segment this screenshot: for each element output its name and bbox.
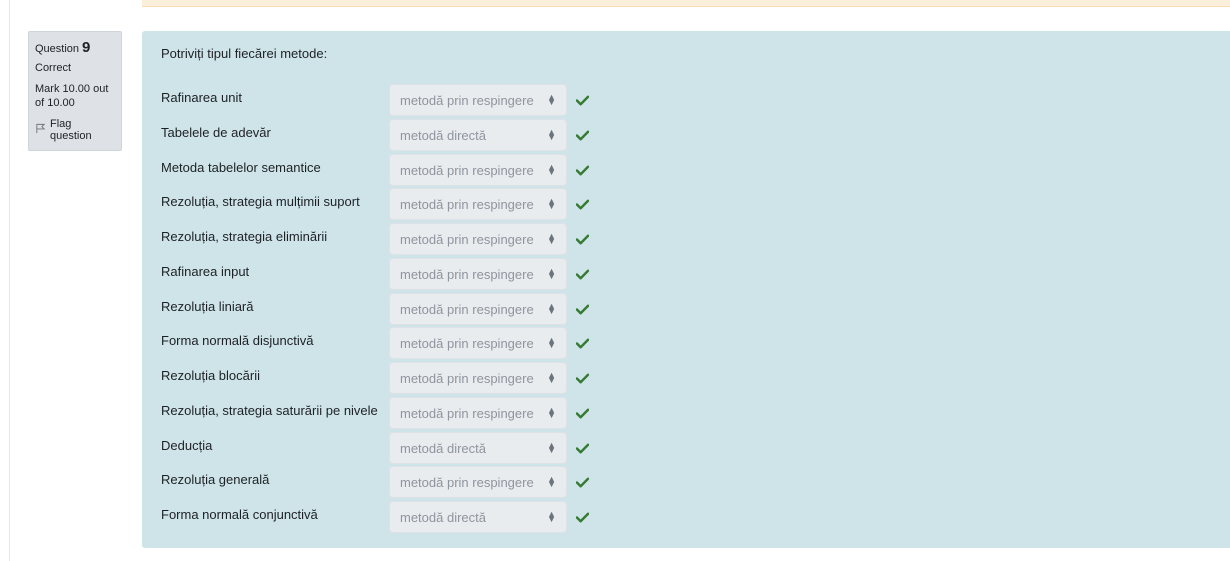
match-row-label: Rezoluția generală (161, 471, 270, 487)
match-row-label: Forma normală conjunctivă (161, 506, 318, 522)
match-select[interactable]: metodă prin respingere ▲ ▼ (389, 397, 567, 429)
match-select[interactable]: metodă prin respingere ▲ ▼ (389, 327, 567, 359)
match-select[interactable]: metodă directă ▲ ▼ (389, 501, 567, 533)
select-arrows-icon: ▲ ▼ (547, 509, 556, 524)
question-number: Question 9 (35, 39, 115, 56)
match-row-label: Rezoluția, strategia eliminării (161, 228, 328, 244)
page-left-border (9, 0, 10, 561)
check-icon (571, 475, 593, 489)
check-icon (571, 232, 593, 246)
match-row-label: Rafinarea input (161, 263, 250, 279)
select-arrows-icon: ▲ ▼ (547, 92, 556, 107)
match-select[interactable]: metodă prin respingere ▲ ▼ (389, 223, 567, 255)
select-arrows-icon: ▲ ▼ (547, 474, 556, 489)
match-row-label: Rezoluția blocării (161, 367, 260, 383)
match-select-value: metodă prin respingere (400, 335, 534, 351)
question-grade: Mark 10.00 out of 10.00 (35, 83, 109, 109)
match-select-value: metodă directă (400, 509, 486, 525)
match-row: Rezoluția blocării metodă prin respingere… (161, 361, 593, 394)
select-arrows-icon: ▲ ▼ (547, 127, 556, 142)
match-select[interactable]: metodă prin respingere ▲ ▼ (389, 154, 567, 186)
flag-question-label: Flag question (50, 118, 92, 142)
match-row-label: Rezoluția, strategia saturării pe nivele (161, 402, 378, 418)
match-select-value: metodă prin respingere (400, 92, 534, 108)
select-arrows-icon: ▲ ▼ (547, 231, 556, 246)
check-icon (571, 163, 593, 177)
match-select[interactable]: metodă prin respingere ▲ ▼ (389, 258, 567, 290)
flag-icon (35, 123, 46, 137)
match-select[interactable]: metodă prin respingere ▲ ▼ (389, 188, 567, 220)
match-select[interactable]: metodă directă ▲ ▼ (389, 119, 567, 151)
check-icon (571, 128, 593, 142)
match-row: Deducția metodă directă ▲ ▼ (161, 431, 593, 464)
match-row-label: Rafinarea unit (161, 89, 242, 105)
check-icon (571, 267, 593, 281)
match-row: Rezoluția, strategia mulțimii suport meto… (161, 187, 593, 220)
match-select[interactable]: metodă prin respingere ▲ ▼ (389, 362, 567, 394)
match-select[interactable]: metodă directă ▲ ▼ (389, 432, 567, 464)
match-row: Tabelele de adevăr metodă directă ▲ ▼ (161, 118, 593, 151)
previous-question-panel (142, 0, 1230, 7)
match-select-value: metodă prin respingere (400, 405, 534, 421)
select-arrows-icon: ▲ ▼ (547, 301, 556, 316)
check-icon (571, 93, 593, 107)
match-select-value: metodă directă (400, 440, 486, 456)
match-row: Rafinarea unit metodă prin respingere ▲ ▼ (161, 83, 593, 116)
question-number-value: 9 (82, 39, 91, 56)
select-arrows-icon: ▲ ▼ (547, 440, 556, 455)
select-arrows-icon: ▲ ▼ (547, 370, 556, 385)
match-row-label: Tabelele de adevăr (161, 124, 271, 140)
match-row: Rafinarea input metodă prin respingere ▲ ▼ (161, 257, 593, 290)
match-row-label: Rezoluția liniară (161, 298, 254, 314)
select-arrows-icon: ▲ ▼ (547, 405, 556, 420)
check-icon (571, 371, 593, 385)
match-select-value: metodă prin respingere (400, 301, 534, 317)
match-row: Forma normală conjunctivă metodă directă ▲… (161, 500, 593, 533)
select-arrows-icon: ▲ ▼ (547, 162, 556, 177)
match-row: Rezoluția liniară metodă prin respingere ▲… (161, 292, 593, 325)
match-select-value: metodă prin respingere (400, 196, 534, 212)
match-row: Metoda tabelelor semantice metodă prin re… (161, 153, 593, 186)
check-icon (571, 441, 593, 455)
match-row-label: Metoda tabelelor semantice (161, 159, 321, 175)
match-row: Rezoluția, strategia saturării pe nivele… (161, 396, 593, 429)
match-row-label: Deducția (161, 437, 213, 453)
check-icon (571, 336, 593, 350)
select-arrows-icon: ▲ ▼ (547, 335, 556, 350)
match-select-value: metodă prin respingere (400, 266, 534, 282)
question-prompt: Potriviți tipul fiecărei metode: (161, 46, 328, 61)
question-info: Question 9 Correct Mark 10.00 out of 10.… (28, 31, 122, 151)
match-row: Rezoluția generală metodă prin respingere… (161, 465, 593, 498)
match-select[interactable]: metodă prin respingere ▲ ▼ (389, 84, 567, 116)
question-formulation: Potriviți tipul fiecărei metode: Rafinar… (142, 31, 1230, 548)
match-select-value: metodă directă (400, 127, 486, 143)
match-row: Forma normală disjunctivă metodă prin res… (161, 326, 593, 359)
match-select[interactable]: metodă prin respingere ▲ ▼ (389, 293, 567, 325)
check-icon (571, 406, 593, 420)
select-arrows-icon: ▲ ▼ (547, 266, 556, 281)
check-icon (571, 510, 593, 524)
match-select[interactable]: metodă prin respingere ▲ ▼ (389, 466, 567, 498)
question-number-label: Question (35, 43, 80, 55)
flag-question-link[interactable]: Flag question (35, 118, 115, 142)
check-icon (571, 197, 593, 211)
question-state: Correct (35, 62, 72, 74)
match-select-value: metodă prin respingere (400, 162, 534, 178)
match-row-label: Rezoluția, strategia mulțimii suport (161, 193, 360, 209)
match-select-value: metodă prin respingere (400, 474, 534, 490)
check-icon (571, 302, 593, 316)
match-select-value: metodă prin respingere (400, 231, 534, 247)
match-row: Rezoluția, strategia eliminării metodă pr… (161, 222, 593, 255)
select-arrows-icon: ▲ ▼ (547, 196, 556, 211)
match-row-label: Forma normală disjunctivă (161, 332, 314, 348)
match-select-value: metodă prin respingere (400, 370, 534, 386)
